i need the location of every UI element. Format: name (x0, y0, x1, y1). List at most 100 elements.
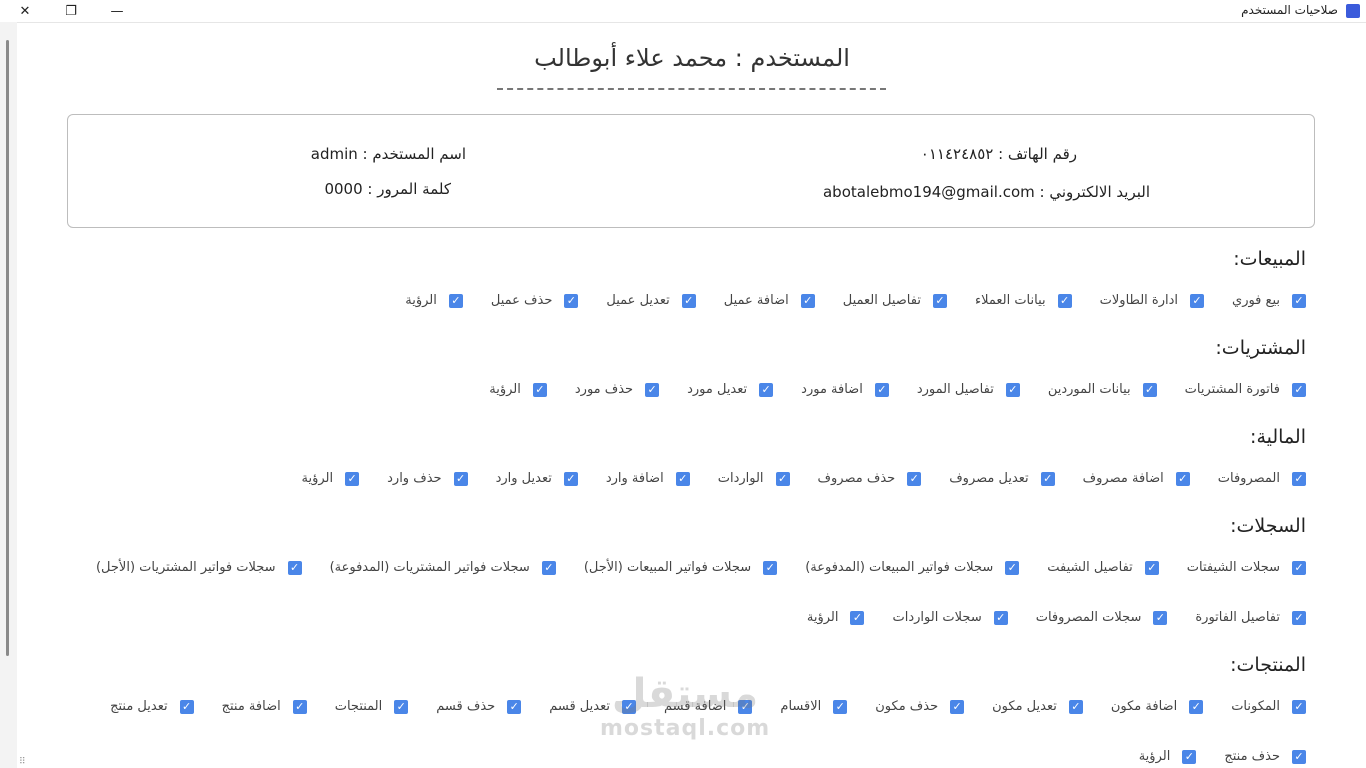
close-button[interactable]: ✕ (2, 0, 48, 22)
checkbox-checked-icon[interactable]: ✓ (532, 382, 547, 397)
checkbox-checked-icon[interactable]: ✓ (541, 560, 556, 575)
checkbox-checked-icon[interactable]: ✓ (1005, 560, 1020, 575)
permission-checkbox[interactable]: ✓ سجلات فواتير المبيعات (المدفوعة) (805, 560, 1020, 575)
permission-checkbox[interactable]: ✓ تفاصيل الشيفت (1047, 560, 1159, 575)
checkbox-checked-icon[interactable]: ✓ (1182, 749, 1197, 764)
permission-checkbox[interactable]: ✓ اضافة قسم (664, 699, 753, 714)
checkbox-checked-icon[interactable]: ✓ (907, 471, 922, 486)
permission-checkbox[interactable]: ✓ الرؤية (807, 610, 865, 625)
checkbox-checked-icon[interactable]: ✓ (800, 293, 815, 308)
permission-checkbox[interactable]: ✓ اضافة منتج (222, 699, 307, 714)
checkbox-checked-icon[interactable]: ✓ (1189, 699, 1204, 714)
checkbox-checked-icon[interactable]: ✓ (292, 699, 307, 714)
checkbox-checked-icon[interactable]: ✓ (993, 610, 1008, 625)
checkbox-checked-icon[interactable]: ✓ (1144, 560, 1159, 575)
permission-checkbox[interactable]: ✓ اضافة مورد (801, 382, 889, 397)
permission-checkbox[interactable]: ✓ فاتورة المشتريات (1185, 382, 1306, 397)
checkbox-checked-icon[interactable]: ✓ (1040, 471, 1055, 486)
checkbox-checked-icon[interactable]: ✓ (681, 293, 696, 308)
checkbox-checked-icon[interactable]: ✓ (1292, 749, 1306, 764)
checkbox-checked-icon[interactable]: ✓ (950, 699, 965, 714)
permission-checkbox[interactable]: ✓ تعديل مصروف (949, 471, 1055, 486)
permission-checkbox[interactable]: ✓ سجلات المصروفات (1036, 610, 1168, 625)
permission-checkbox[interactable]: ✓ سجلات الشيفتات (1187, 560, 1306, 575)
checkbox-checked-icon[interactable]: ✓ (1292, 610, 1306, 625)
permission-checkbox[interactable]: ✓ تفاصيل العميل (843, 293, 947, 308)
checkbox-checked-icon[interactable]: ✓ (448, 293, 463, 308)
permission-checkbox[interactable]: ✓ حذف قسم (436, 699, 522, 714)
checkbox-checked-icon[interactable]: ✓ (850, 610, 865, 625)
permission-checkbox[interactable]: ✓ تعديل مكون (992, 699, 1083, 714)
permission-checkbox[interactable]: ✓ الاقسام (780, 699, 848, 714)
checkbox-checked-icon[interactable]: ✓ (738, 699, 753, 714)
checkbox-checked-icon[interactable]: ✓ (1005, 382, 1020, 397)
permission-checkbox[interactable]: ✓ حذف وارد (387, 471, 468, 486)
checkbox-checked-icon[interactable]: ✓ (932, 293, 947, 308)
permission-checkbox[interactable]: ✓ بيانات العملاء (975, 293, 1072, 308)
checkbox-checked-icon[interactable]: ✓ (453, 471, 468, 486)
checkbox-checked-icon[interactable]: ✓ (1142, 382, 1157, 397)
checkbox-checked-icon[interactable]: ✓ (507, 699, 522, 714)
permission-checkbox[interactable]: ✓ تعديل وارد (496, 471, 578, 486)
checkbox-checked-icon[interactable]: ✓ (394, 699, 409, 714)
permission-checkbox[interactable]: ✓ تفاصيل المورد (917, 382, 1020, 397)
checkbox-checked-icon[interactable]: ✓ (1292, 293, 1306, 308)
permission-checkbox[interactable]: ✓ سجلات الواردات (892, 610, 1008, 625)
permission-checkbox[interactable]: ✓ بيع فوري (1232, 293, 1306, 308)
checkbox-checked-icon[interactable]: ✓ (179, 699, 194, 714)
username-text: اسم المستخدم : admin (310, 145, 466, 163)
checkbox-checked-icon[interactable]: ✓ (874, 382, 889, 397)
checkbox-checked-icon[interactable]: ✓ (1292, 699, 1306, 714)
permission-checkbox[interactable]: ✓ بيانات الموردين (1048, 382, 1157, 397)
permission-checkbox[interactable]: ✓ الرؤية (489, 382, 547, 397)
permission-checkbox[interactable]: ✓ تعديل مورد (687, 382, 774, 397)
minimize-button[interactable]: — (94, 0, 140, 22)
permission-checkbox[interactable]: ✓ المكونات (1231, 699, 1306, 714)
checkbox-checked-icon[interactable]: ✓ (775, 471, 790, 486)
permission-checkbox[interactable]: ✓ سجلات فواتير المبيعات (الأجل) (584, 560, 778, 575)
checkbox-checked-icon[interactable]: ✓ (833, 699, 848, 714)
permission-checkbox[interactable]: ✓ الرؤية (405, 293, 463, 308)
checkbox-checked-icon[interactable]: ✓ (1153, 610, 1168, 625)
checkbox-checked-icon[interactable]: ✓ (287, 560, 302, 575)
permission-checkbox[interactable]: ✓ حذف مكون (875, 699, 965, 714)
checkbox-checked-icon[interactable]: ✓ (563, 471, 578, 486)
permission-checkbox[interactable]: ✓ حذف عميل (491, 293, 579, 308)
scrollbar[interactable] (6, 40, 9, 656)
resize-grip-icon[interactable]: ⠿ (19, 757, 26, 767)
permission-checkbox[interactable]: ✓ تعديل عميل (606, 293, 696, 308)
checkbox-checked-icon[interactable]: ✓ (564, 293, 579, 308)
permission-checkbox[interactable]: ✓ حذف مورد (575, 382, 660, 397)
checkbox-checked-icon[interactable]: ✓ (1068, 699, 1083, 714)
permission-checkbox[interactable]: ✓ الواردات (718, 471, 790, 486)
permission-checkbox[interactable]: ✓ سجلات فواتير المشتريات (المدفوعة) (330, 560, 556, 575)
permission-checkbox[interactable]: ✓ اضافة عميل (724, 293, 815, 308)
permission-checkbox[interactable]: ✓ تعديل منتج (110, 699, 194, 714)
checkbox-checked-icon[interactable]: ✓ (1292, 382, 1306, 397)
permission-checkbox[interactable]: ✓ الرؤية (302, 471, 360, 486)
checkbox-checked-icon[interactable]: ✓ (621, 699, 636, 714)
checkbox-checked-icon[interactable]: ✓ (1190, 293, 1205, 308)
checkbox-checked-icon[interactable]: ✓ (675, 471, 690, 486)
permission-checkbox[interactable]: ✓ سجلات فواتير المشتريات (الأجل) (96, 560, 302, 575)
checkbox-checked-icon[interactable]: ✓ (1292, 560, 1306, 575)
permission-checkbox[interactable]: ✓ حذف مصروف (818, 471, 922, 486)
permission-checkbox[interactable]: ✓ حذف منتج (1224, 749, 1306, 764)
permission-checkbox[interactable]: ✓ المصروفات (1218, 471, 1306, 486)
checkbox-checked-icon[interactable]: ✓ (759, 382, 774, 397)
permission-checkbox[interactable]: ✓ اضافة مكون (1111, 699, 1204, 714)
restore-button[interactable]: ❐ (48, 0, 94, 22)
checkbox-checked-icon[interactable]: ✓ (1175, 471, 1190, 486)
checkbox-checked-icon[interactable]: ✓ (645, 382, 660, 397)
permission-checkbox[interactable]: ✓ ادارة الطاولات (1100, 293, 1205, 308)
permission-checkbox[interactable]: ✓ اضافة وارد (606, 471, 690, 486)
permission-checkbox[interactable]: ✓ الرؤية (1139, 749, 1197, 764)
checkbox-checked-icon[interactable]: ✓ (1292, 471, 1306, 486)
permission-checkbox[interactable]: ✓ تفاصيل الفاتورة (1195, 610, 1306, 625)
checkbox-checked-icon[interactable]: ✓ (763, 560, 778, 575)
permission-checkbox[interactable]: ✓ اضافة مصروف (1083, 471, 1190, 486)
checkbox-checked-icon[interactable]: ✓ (345, 471, 360, 486)
permission-checkbox[interactable]: ✓ المنتجات (335, 699, 409, 714)
permission-checkbox[interactable]: ✓ تعديل قسم (549, 699, 636, 714)
checkbox-checked-icon[interactable]: ✓ (1057, 293, 1072, 308)
